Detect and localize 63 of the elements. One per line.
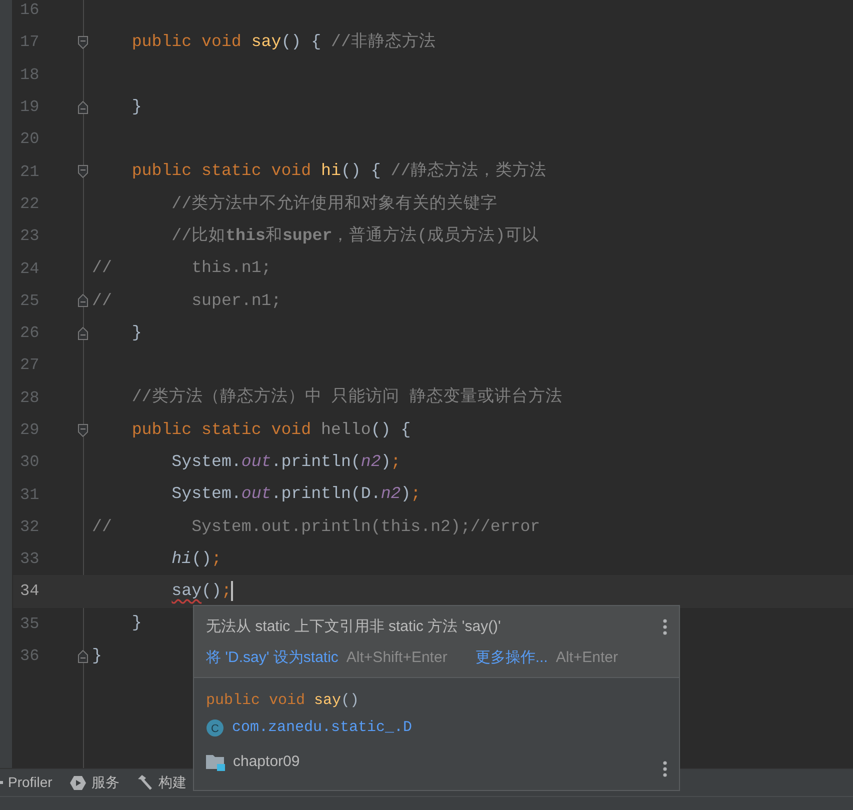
tool-window-button[interactable]: 构建 [137,772,186,793]
line-number: 33 [20,549,40,570]
line-number: 24 [20,258,40,280]
quick-fix-link[interactable]: 将 'D.say' 设为static [206,646,338,669]
fold-end-icon[interactable] [78,294,88,308]
code-line: } [130,615,142,632]
code-line: //类方法中不允许使用和对象有关的关键字 [170,196,498,212]
more-options-icon[interactable] [663,619,667,636]
code-line: // this.n1; [92,260,272,277]
line-number: 34 [20,581,40,602]
shortcut-hint: Alt+Enter [556,648,618,668]
class-name: com.zanedu.static_.D [232,718,412,738]
fold-marker-icon[interactable] [78,36,88,49]
line-number: 30 [20,452,40,474]
code-line: System.out.println(D.n2); [170,486,421,503]
line-number: 28 [20,388,40,409]
line-number: 29 [20,420,40,441]
line-number: 36 [20,646,40,668]
line-number: 21 [20,162,40,183]
error-message: 无法从 static 上下文引用非 static 方法 'say()' [206,617,501,637]
line-number: 19 [20,97,40,118]
more-options-icon[interactable] [663,761,667,777]
line-number: 16 [20,0,40,22]
fold-end-icon[interactable] [78,650,88,663]
fold-marker-icon[interactable] [78,165,88,178]
line-number: 31 [20,484,40,506]
line-number: 22 [20,194,40,215]
line-number: 27 [20,355,40,376]
code-line: hi(); [170,550,222,568]
code-line: System.out.println(n2); [170,454,401,471]
code-line: } [130,98,142,116]
fold-marker-icon[interactable] [78,424,88,436]
quick-fix-link[interactable]: 更多操作... [475,646,548,669]
play-icon [70,774,86,790]
code-line: public static void hi() { //静态方法，类方法 [130,163,547,180]
tool-window-button[interactable]: 服务 [70,772,120,793]
class-icon: C [206,718,224,737]
module-folder-icon [206,754,225,770]
code-line: } [130,324,142,342]
line-number: 32 [20,516,40,538]
code-line: } [92,648,102,664]
module-name: chaptor09 [233,752,300,772]
code-line: // System.out.println(this.n2);//error [92,518,540,536]
fold-end-icon[interactable] [78,326,88,340]
code-line: public void say() { //非静态方法 [130,34,436,51]
code-line: // super.n1; [92,292,282,310]
code-line: //类方法（静态方法）中 只能访问 静态变量或讲台方法 [130,389,563,406]
line-number: 20 [20,129,40,150]
line-number: 18 [20,64,40,86]
code-line: say(); [170,583,232,600]
line-number: 25 [20,290,40,312]
line-number: 17 [20,32,40,54]
line-number: 26 [20,323,40,344]
fold-end-icon[interactable] [78,100,88,114]
method-signature: public void say() [206,691,360,711]
tool-window-button[interactable]: Profiler [0,772,52,793]
code-line: //比如 this和super，普通方法(成员方法)可以 [170,228,540,245]
profiler-icon [0,781,3,784]
line-number: 35 [20,614,40,635]
code-line: public static void hello() { [130,422,411,438]
line-number: 23 [20,226,40,248]
hammer-icon [137,774,154,790]
shortcut-hint: Alt+Shift+Enter [346,648,448,668]
